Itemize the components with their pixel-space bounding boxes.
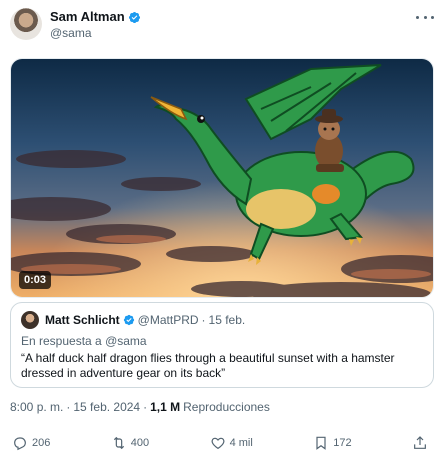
bookmark-button[interactable]: 172 (313, 435, 352, 451)
tweet-date[interactable]: 15 feb. 2024 (73, 400, 140, 414)
quoted-author-avatar (21, 311, 39, 329)
quoted-date: 15 feb. (208, 313, 246, 327)
verified-badge-icon (123, 314, 134, 326)
bookmark-count: 172 (333, 437, 352, 449)
action-bar: 206 400 4 mil 172 (12, 433, 432, 453)
quoted-tweet-text: “A half duck half dragon flies through a… (21, 351, 395, 380)
author-avatar[interactable] (10, 8, 42, 40)
tweet-meta: 8:00 p. m. · 15 feb. 2024 · 1,1 M Reprod… (10, 400, 270, 414)
share-button[interactable] (412, 435, 432, 451)
video-player[interactable]: 0:03 (10, 58, 434, 298)
more-options-icon[interactable] (416, 10, 434, 24)
reply-button[interactable]: 206 (12, 435, 50, 451)
tweet-time[interactable]: 8:00 p. m. (10, 400, 63, 414)
tweet-header: Sam Altman @sama (10, 8, 436, 40)
quoted-tweet[interactable]: Matt Schlicht @MattPRD · 15 feb. En resp… (10, 302, 434, 388)
video-thumbnail (11, 59, 433, 297)
heart-icon (211, 437, 225, 450)
views-count: 1,1 M (150, 400, 181, 414)
author-name-row: Sam Altman (50, 9, 141, 25)
quoted-author-name: Matt Schlicht (45, 313, 120, 327)
reply-context: En respuesta a @sama (21, 334, 147, 348)
video-duration: 0:03 (19, 271, 52, 289)
bookmark-icon (316, 436, 326, 450)
repost-count: 400 (130, 437, 150, 449)
reply-prefix: En respuesta a (21, 334, 106, 348)
repost-button[interactable]: 400 (111, 435, 149, 451)
like-count: 4 mil (229, 437, 253, 449)
quoted-author-handle: @MattPRD (137, 313, 199, 327)
verified-badge-icon (128, 11, 140, 23)
author-name[interactable]: Sam Altman (50, 9, 125, 25)
separator-dot: · (143, 400, 148, 414)
quoted-tweet-header: Matt Schlicht @MattPRD · 15 feb. (21, 311, 245, 329)
reply-count: 206 (32, 437, 51, 449)
separator-dot: · (66, 400, 71, 414)
views-label: Reproducciones (183, 400, 270, 414)
share-icon (414, 436, 426, 449)
separator-dot: · (201, 313, 206, 327)
reply-icon (14, 437, 26, 451)
repost-icon (113, 436, 124, 450)
reply-to-handle[interactable]: @sama (105, 334, 147, 348)
like-button[interactable]: 4 mil (210, 435, 253, 451)
author-handle[interactable]: @sama (50, 26, 92, 40)
